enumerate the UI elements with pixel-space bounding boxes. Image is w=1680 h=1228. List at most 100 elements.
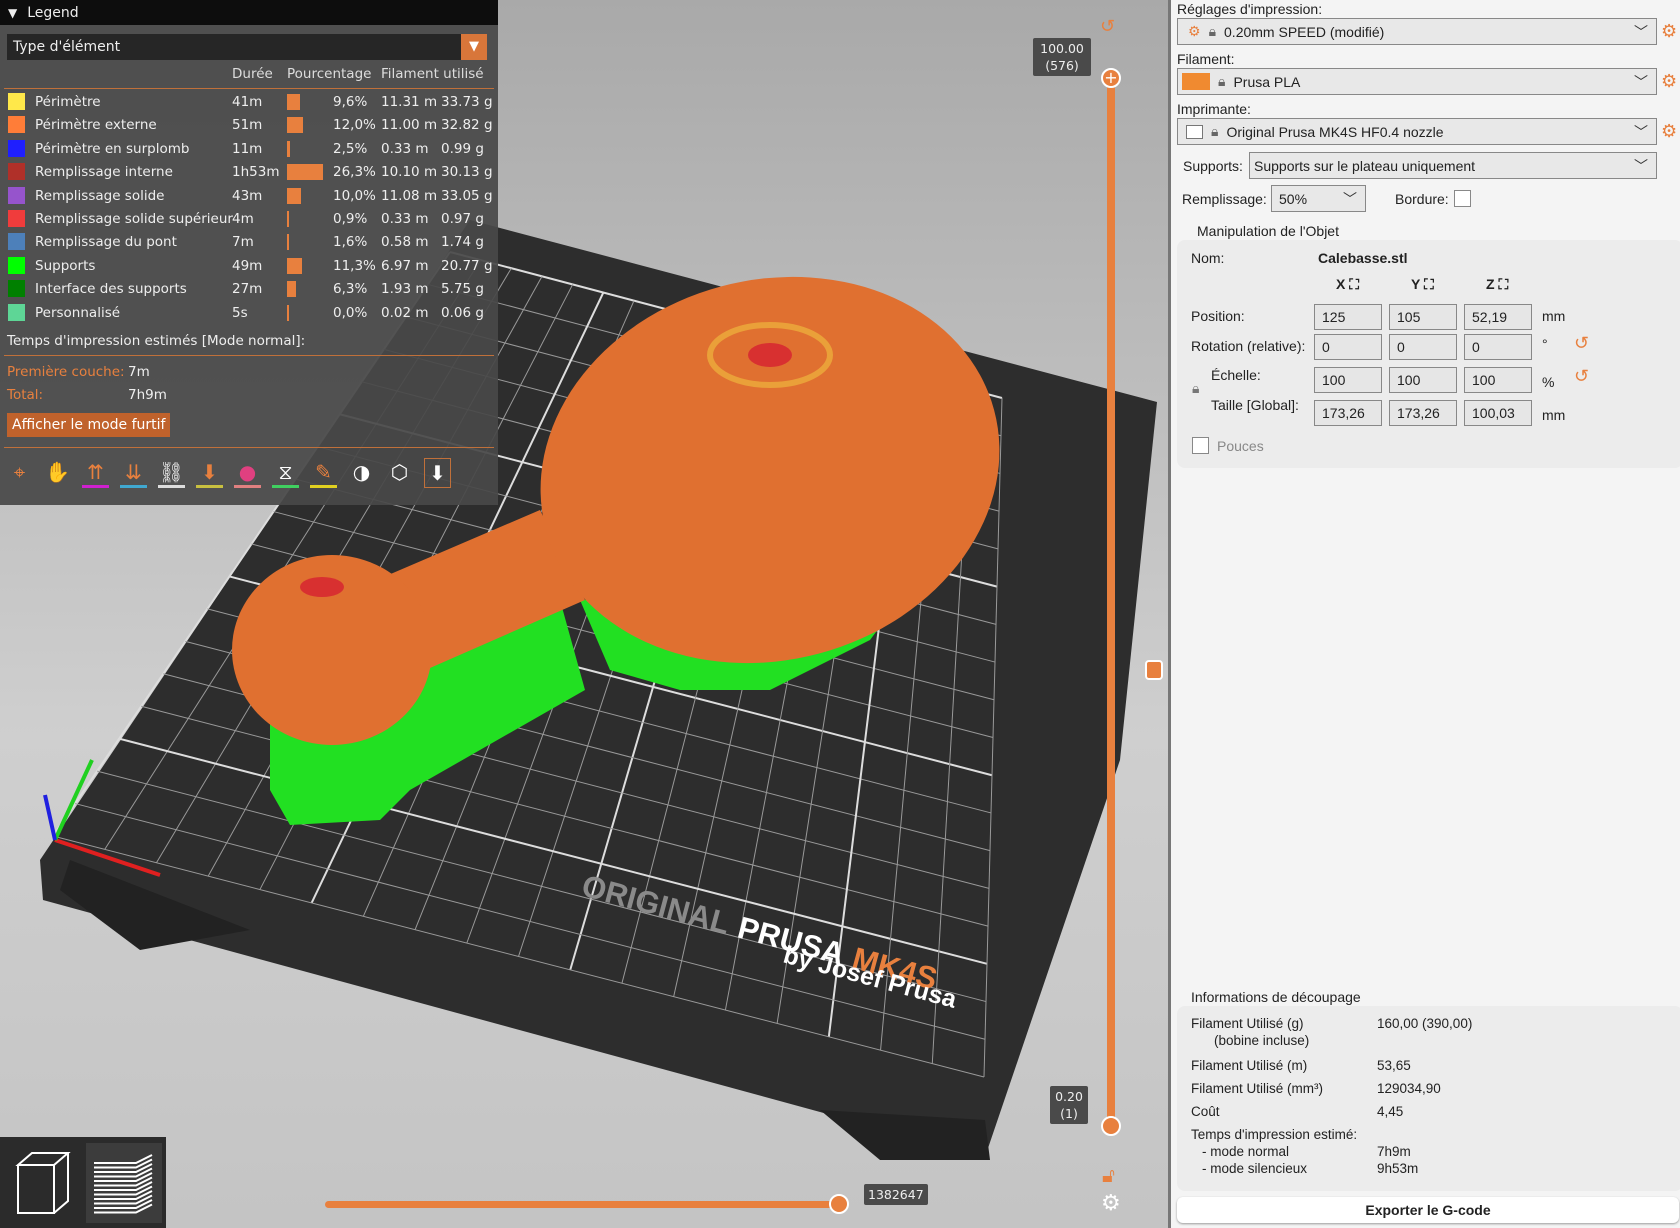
legend-row[interactable]: Périmètre 41m 9,6% 11.31 m 33.73 g xyxy=(0,91,498,114)
row-weight: 0.06 g xyxy=(441,304,484,321)
scale-lock-icon[interactable]: 🔒︎ xyxy=(1192,380,1199,397)
settings-gear-icon[interactable]: ⚙ xyxy=(1101,1191,1121,1216)
layer-cog-handle-icon[interactable] xyxy=(1145,660,1163,680)
legend-row[interactable]: Remplissage solide supérieur 4m 0,9% 0.3… xyxy=(0,208,498,231)
size-z-input[interactable]: 100,03 xyxy=(1464,400,1532,426)
percentage-bar xyxy=(287,211,289,227)
travel-icon[interactable]: ⌖ xyxy=(6,458,33,488)
top-layer-label: 100.00 (576) xyxy=(1033,38,1091,76)
scale-z-input[interactable]: 100 xyxy=(1464,367,1532,393)
scale-x-input[interactable]: 100 xyxy=(1314,367,1382,393)
legend-row[interactable]: Périmètre externe 51m 12,0% 11.00 m 32.8… xyxy=(0,114,498,137)
retractions-icon[interactable]: ⇈ xyxy=(82,458,109,488)
color-swatch xyxy=(8,163,25,181)
top-layer-handle[interactable]: + xyxy=(1101,68,1121,88)
row-time: 1h53m xyxy=(232,164,280,181)
inches-checkbox[interactable] xyxy=(1192,437,1209,454)
row-time: 51m xyxy=(232,117,263,134)
supports-select[interactable]: Supports sur le plateau uniquement ﹀ xyxy=(1249,152,1657,179)
position-z-input[interactable]: 52,19 xyxy=(1464,304,1532,330)
dropdown-arrow-icon[interactable]: ▼ xyxy=(461,34,487,60)
legend-row[interactable]: Interface des supports 27m 6,3% 1.93 m 5… xyxy=(0,278,498,301)
infill-label: Remplissage: xyxy=(1182,191,1267,207)
legend-row[interactable]: Remplissage interne 1h53m 26,3% 10.10 m … xyxy=(0,161,498,184)
legend-row[interactable]: Supports 49m 11,3% 6.97 m 20.77 g xyxy=(0,255,498,278)
row-percent: 11,3% xyxy=(333,257,376,274)
reset-scale-icon[interactable]: ↺ xyxy=(1574,366,1589,387)
row-weight: 30.13 g xyxy=(441,164,493,181)
tool-changes-icon[interactable]: ⬇ xyxy=(196,458,223,488)
row-percent: 10,0% xyxy=(333,187,376,204)
move-slider-track[interactable] xyxy=(325,1201,840,1208)
legend-row[interactable]: Périmètre en surplomb 11m 2,5% 0.33 m 0.… xyxy=(0,138,498,161)
custom-gcode-icon[interactable]: ✎ xyxy=(310,458,337,488)
row-label: Périmètre externe xyxy=(35,117,157,134)
legend-row[interactable]: Remplissage du pont 7m 1,6% 0.58 m 1.74 … xyxy=(0,231,498,254)
color-swatch xyxy=(8,280,25,298)
printer-combo[interactable]: 🔒︎ Original Prusa MK4S HF0.4 nozzle ﹀ xyxy=(1177,118,1657,145)
size-y-input[interactable]: 173,26 xyxy=(1389,400,1457,426)
row-weight: 5.75 g xyxy=(441,281,484,298)
view-type-select[interactable]: Type d'élément ▼ xyxy=(7,34,487,60)
wipe-icon[interactable]: ✋ xyxy=(44,458,71,488)
legend-row[interactable]: Personnalisé 5s 0,0% 0.02 m 0.06 g xyxy=(0,302,498,325)
object-manipulation-title: Manipulation de l'Objet xyxy=(1197,223,1339,239)
infill-select[interactable]: 50% ﹀ xyxy=(1271,185,1366,212)
position-x-input[interactable]: 125 xyxy=(1314,304,1382,330)
edit-print-settings-gear-icon[interactable]: ⚙ xyxy=(1661,21,1677,42)
rotation-y-input[interactable]: 0 xyxy=(1389,334,1457,360)
3d-view-button[interactable] xyxy=(4,1143,80,1223)
rotation-z-input[interactable]: 0 xyxy=(1464,334,1532,360)
move-slider-handle[interactable] xyxy=(829,1194,849,1214)
info-value: 4,45 xyxy=(1377,1104,1404,1119)
right-sidebar: Réglages d'impression: ⚙ 🔒︎ 0.20mm SPEED (… xyxy=(1168,0,1680,1228)
row-length: 0.02 m xyxy=(381,304,429,321)
seams-icon[interactable]: ⛓ xyxy=(158,458,185,488)
pause-icon[interactable]: ⧖ xyxy=(272,458,299,488)
info-value: 53,65 xyxy=(1377,1058,1411,1073)
edit-printer-gear-icon[interactable]: ⚙ xyxy=(1661,121,1677,142)
print-settings-value: 0.20mm SPEED (modifié) xyxy=(1224,23,1385,40)
show-stealth-mode-button[interactable]: Afficher le mode furtif xyxy=(7,413,171,437)
supports-value: Supports sur le plateau uniquement xyxy=(1254,157,1476,174)
rotation-x-input[interactable]: 0 xyxy=(1314,334,1382,360)
unlock-icon[interactable]: 🔓︎ xyxy=(1102,1163,1115,1187)
layer-line xyxy=(94,1154,153,1164)
3d-viewport[interactable]: ORIGINALPRUSAMK4S by Josef Prusa ▼ Legend… xyxy=(0,0,1168,1228)
layers-icon xyxy=(94,1154,153,1214)
preview-button[interactable] xyxy=(86,1143,162,1223)
deretractions-icon[interactable]: ⇊ xyxy=(120,458,147,488)
info-label: Filament Utilisé (m) xyxy=(1191,1058,1308,1073)
print-settings-combo[interactable]: ⚙ 🔒︎ 0.20mm SPEED (modifié) ﹀ xyxy=(1177,18,1657,45)
bottom-layer-label: 0.20 (1) xyxy=(1050,1086,1088,1124)
filament-combo[interactable]: 🔒︎ Prusa PLA ﹀ xyxy=(1177,68,1657,95)
export-gcode-button[interactable]: Exporter le G-code xyxy=(1177,1197,1679,1223)
collapse-triangle-icon: ▼ xyxy=(8,5,18,20)
legend-row[interactable]: Remplissage solide 43m 10,0% 11.08 m 33.… xyxy=(0,185,498,208)
scale-y-input[interactable]: 100 xyxy=(1389,367,1457,393)
size-x-input[interactable]: 173,26 xyxy=(1314,400,1382,426)
shells-icon[interactable]: ⬡ xyxy=(386,458,413,488)
reset-icon[interactable]: ↺ xyxy=(1100,16,1115,37)
info-label: Coût xyxy=(1191,1104,1220,1119)
brim-checkbox[interactable] xyxy=(1454,190,1471,207)
slice-info-box: Filament Utilisé (g) (bobine incluse) 16… xyxy=(1177,1006,1680,1191)
color-changes-icon[interactable]: ● xyxy=(234,458,261,488)
layer-slider-track[interactable] xyxy=(1107,78,1115,1126)
center-of-gravity-icon[interactable]: ◑ xyxy=(348,458,375,488)
bottom-layer-handle[interactable] xyxy=(1101,1116,1121,1136)
row-time: 49m xyxy=(232,257,263,274)
row-weight: 0.99 g xyxy=(441,140,484,157)
edit-filament-gear-icon[interactable]: ⚙ xyxy=(1661,71,1677,92)
reset-rotation-icon[interactable]: ↺ xyxy=(1574,333,1589,354)
row-label: Périmètre xyxy=(35,94,101,110)
filament-color-swatch[interactable] xyxy=(1182,73,1210,90)
percentage-bar xyxy=(287,164,323,181)
cube-icon xyxy=(15,1152,71,1214)
position-y-input[interactable]: 105 xyxy=(1389,304,1457,330)
supports-label: Supports: xyxy=(1183,158,1243,174)
legend-header[interactable]: ▼ Legend xyxy=(0,0,498,25)
color-swatch xyxy=(8,93,25,110)
tool-marker-icon[interactable]: ⬇ xyxy=(424,458,451,488)
row-length: 6.97 m xyxy=(381,257,429,274)
